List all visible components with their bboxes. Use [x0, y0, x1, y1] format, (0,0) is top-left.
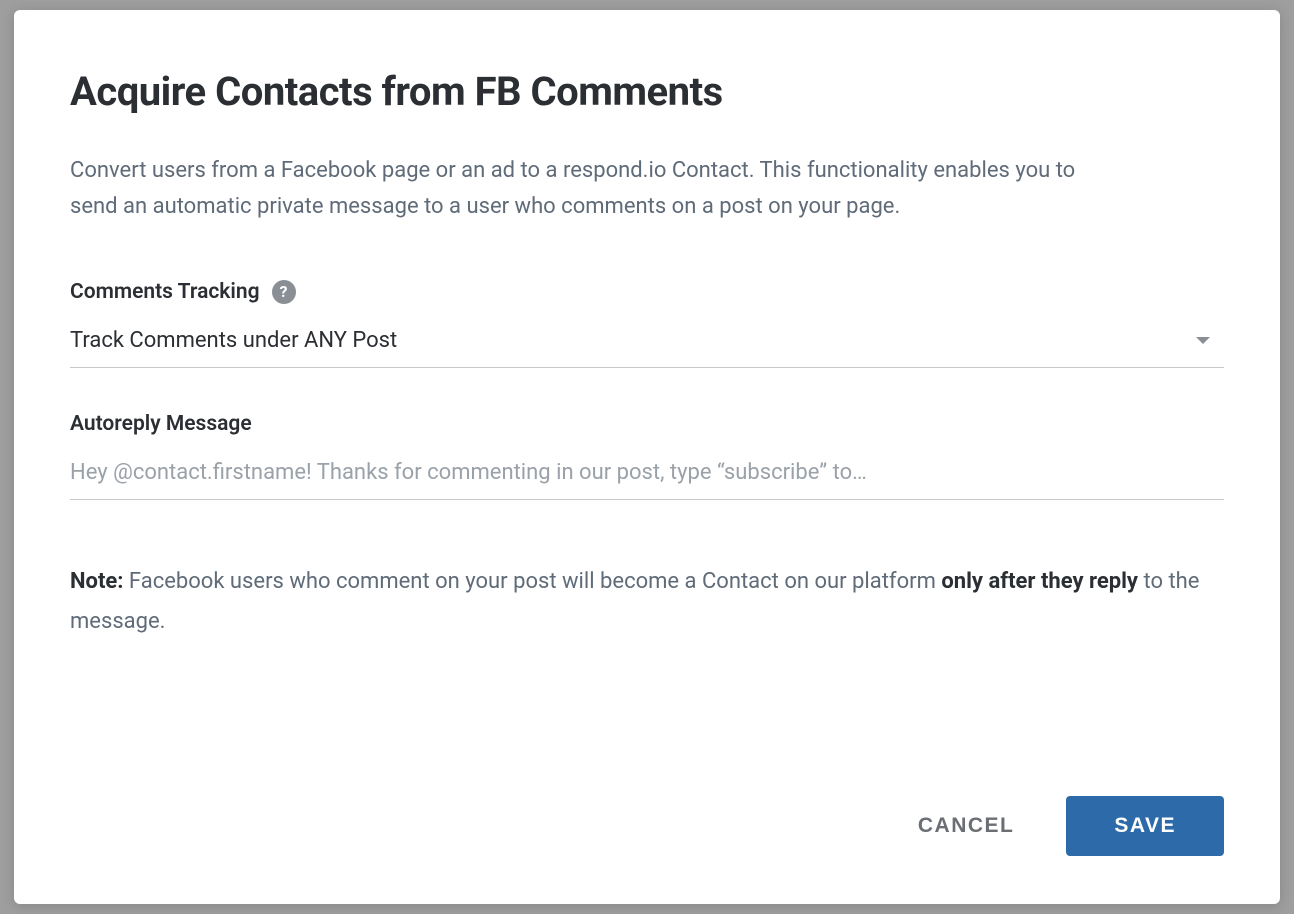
modal-description: Convert users from a Facebook page or an… [70, 153, 1120, 226]
help-icon[interactable]: ? [272, 280, 296, 304]
comments-tracking-field: Comments Tracking ? Track Comments under… [70, 280, 1224, 368]
note-body-1: Facebook users who comment on your post … [123, 569, 941, 594]
note-text: Note: Facebook users who comment on your… [70, 562, 1224, 643]
autoreply-field: Autoreply Message [70, 412, 1224, 500]
chevron-down-icon [1196, 337, 1210, 344]
modal-title: Acquire Contacts from FB Comments [70, 68, 1224, 115]
note-strong: only after they reply [941, 569, 1138, 594]
note-prefix: Note: [70, 569, 123, 594]
cancel-button[interactable]: CANCEL [914, 806, 1019, 846]
save-button[interactable]: SAVE [1066, 796, 1224, 856]
autoreply-label: Autoreply Message [70, 412, 252, 436]
modal-dialog: Acquire Contacts from FB Comments Conver… [14, 10, 1280, 904]
comments-tracking-select[interactable]: Track Comments under ANY Post [70, 320, 1224, 368]
comments-tracking-value: Track Comments under ANY Post [70, 328, 397, 353]
comments-tracking-label-row: Comments Tracking ? [70, 280, 1224, 304]
autoreply-input[interactable] [70, 452, 1224, 500]
autoreply-label-row: Autoreply Message [70, 412, 1224, 436]
comments-tracking-label: Comments Tracking [70, 280, 260, 304]
modal-actions: CANCEL SAVE [70, 756, 1224, 856]
